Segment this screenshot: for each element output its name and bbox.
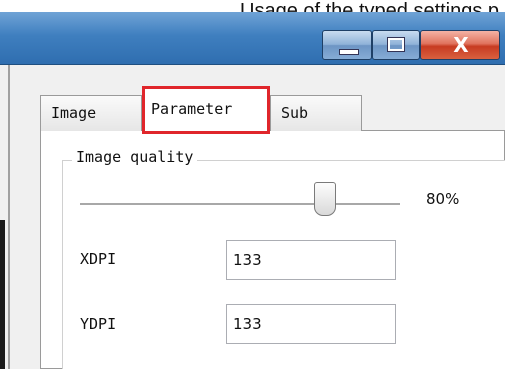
tab-parameter[interactable]: Parameter — [142, 86, 270, 134]
xdpi-label: XDPI — [80, 250, 117, 268]
ydpi-label: YDPI — [80, 315, 117, 333]
quality-slider-value: 80% — [426, 190, 460, 208]
minimize-button[interactable] — [322, 30, 372, 60]
quality-slider-track[interactable] — [80, 203, 400, 205]
quality-slider-thumb[interactable] — [314, 182, 336, 216]
ydpi-input[interactable] — [226, 304, 396, 344]
close-icon: X — [453, 33, 469, 57]
tab-image[interactable]: Image — [40, 95, 142, 131]
maximize-button[interactable] — [372, 30, 420, 60]
image-quality-label: Image quality — [72, 146, 198, 168]
minimize-icon — [339, 49, 359, 55]
maximize-icon — [387, 37, 405, 52]
left-panel-edge — [0, 220, 5, 369]
xdpi-input[interactable] — [226, 240, 396, 280]
tab-sub[interactable]: Sub — [270, 95, 362, 131]
window-titlebar: X — [0, 12, 505, 65]
left-divider — [8, 65, 10, 369]
close-button[interactable]: X — [420, 30, 500, 60]
